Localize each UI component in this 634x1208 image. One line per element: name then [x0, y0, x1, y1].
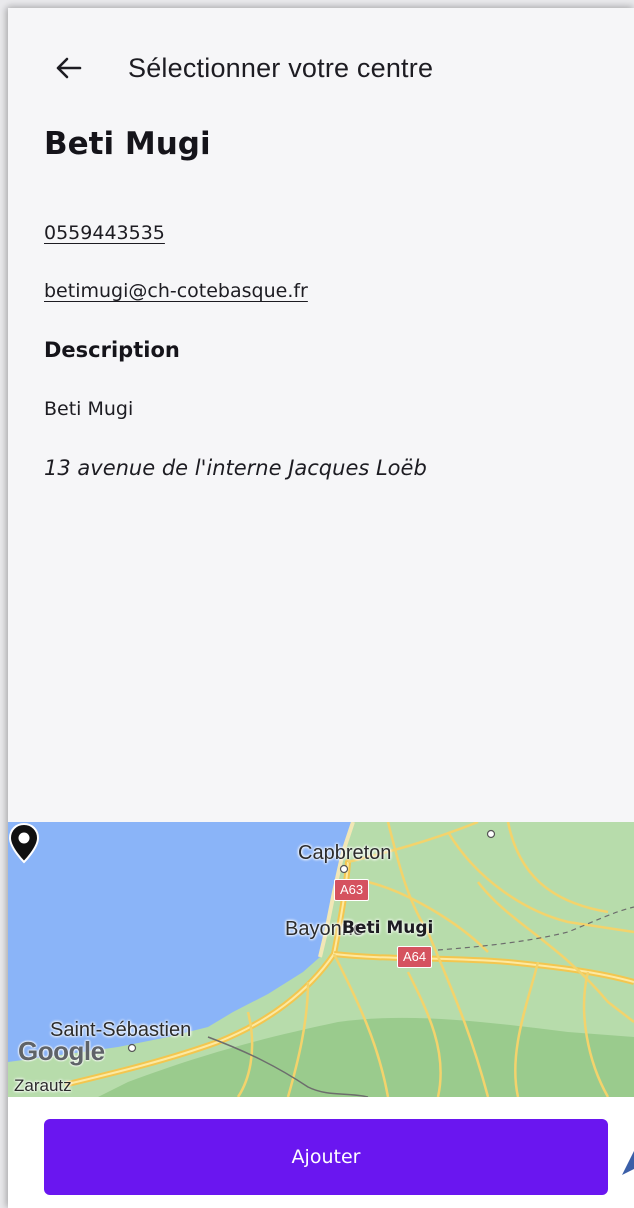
- map-view[interactable]: Capbreton A63 Bayonne A64 Saint-Sébastie…: [8, 822, 634, 1097]
- top-bar: Sélectionner votre centre: [8, 38, 634, 94]
- back-button[interactable]: [48, 48, 88, 88]
- map-marker-label: Beti Mugi: [342, 918, 434, 938]
- page-title: Sélectionner votre centre: [128, 53, 434, 83]
- map-label-zarautz: Zarautz: [14, 1076, 72, 1095]
- footer-bar: Ajouter: [8, 1097, 634, 1208]
- email-link[interactable]: betimugi@ch-cotebasque.fr: [44, 280, 308, 302]
- description-text: Beti Mugi: [44, 398, 134, 420]
- address-text: 13 avenue de l'interne Jacques Loëb: [44, 456, 427, 480]
- center-name: Beti Mugi: [44, 126, 211, 162]
- navigation-arrow-icon: [622, 1151, 634, 1175]
- map-shield-a63: A63: [334, 879, 370, 901]
- google-logo: Google: [18, 1036, 105, 1066]
- map-pin-icon[interactable]: [8, 822, 40, 864]
- arrow-left-icon: [56, 57, 82, 79]
- map-shield-a64: A64: [397, 946, 433, 968]
- description-heading: Description: [44, 338, 180, 362]
- map-label-capbreton: Capbreton: [298, 842, 392, 864]
- add-button[interactable]: Ajouter: [44, 1119, 608, 1195]
- app-screen: Sélectionner votre centre Beti Mugi 0559…: [8, 8, 634, 1208]
- phone-link[interactable]: 0559443535: [44, 222, 165, 244]
